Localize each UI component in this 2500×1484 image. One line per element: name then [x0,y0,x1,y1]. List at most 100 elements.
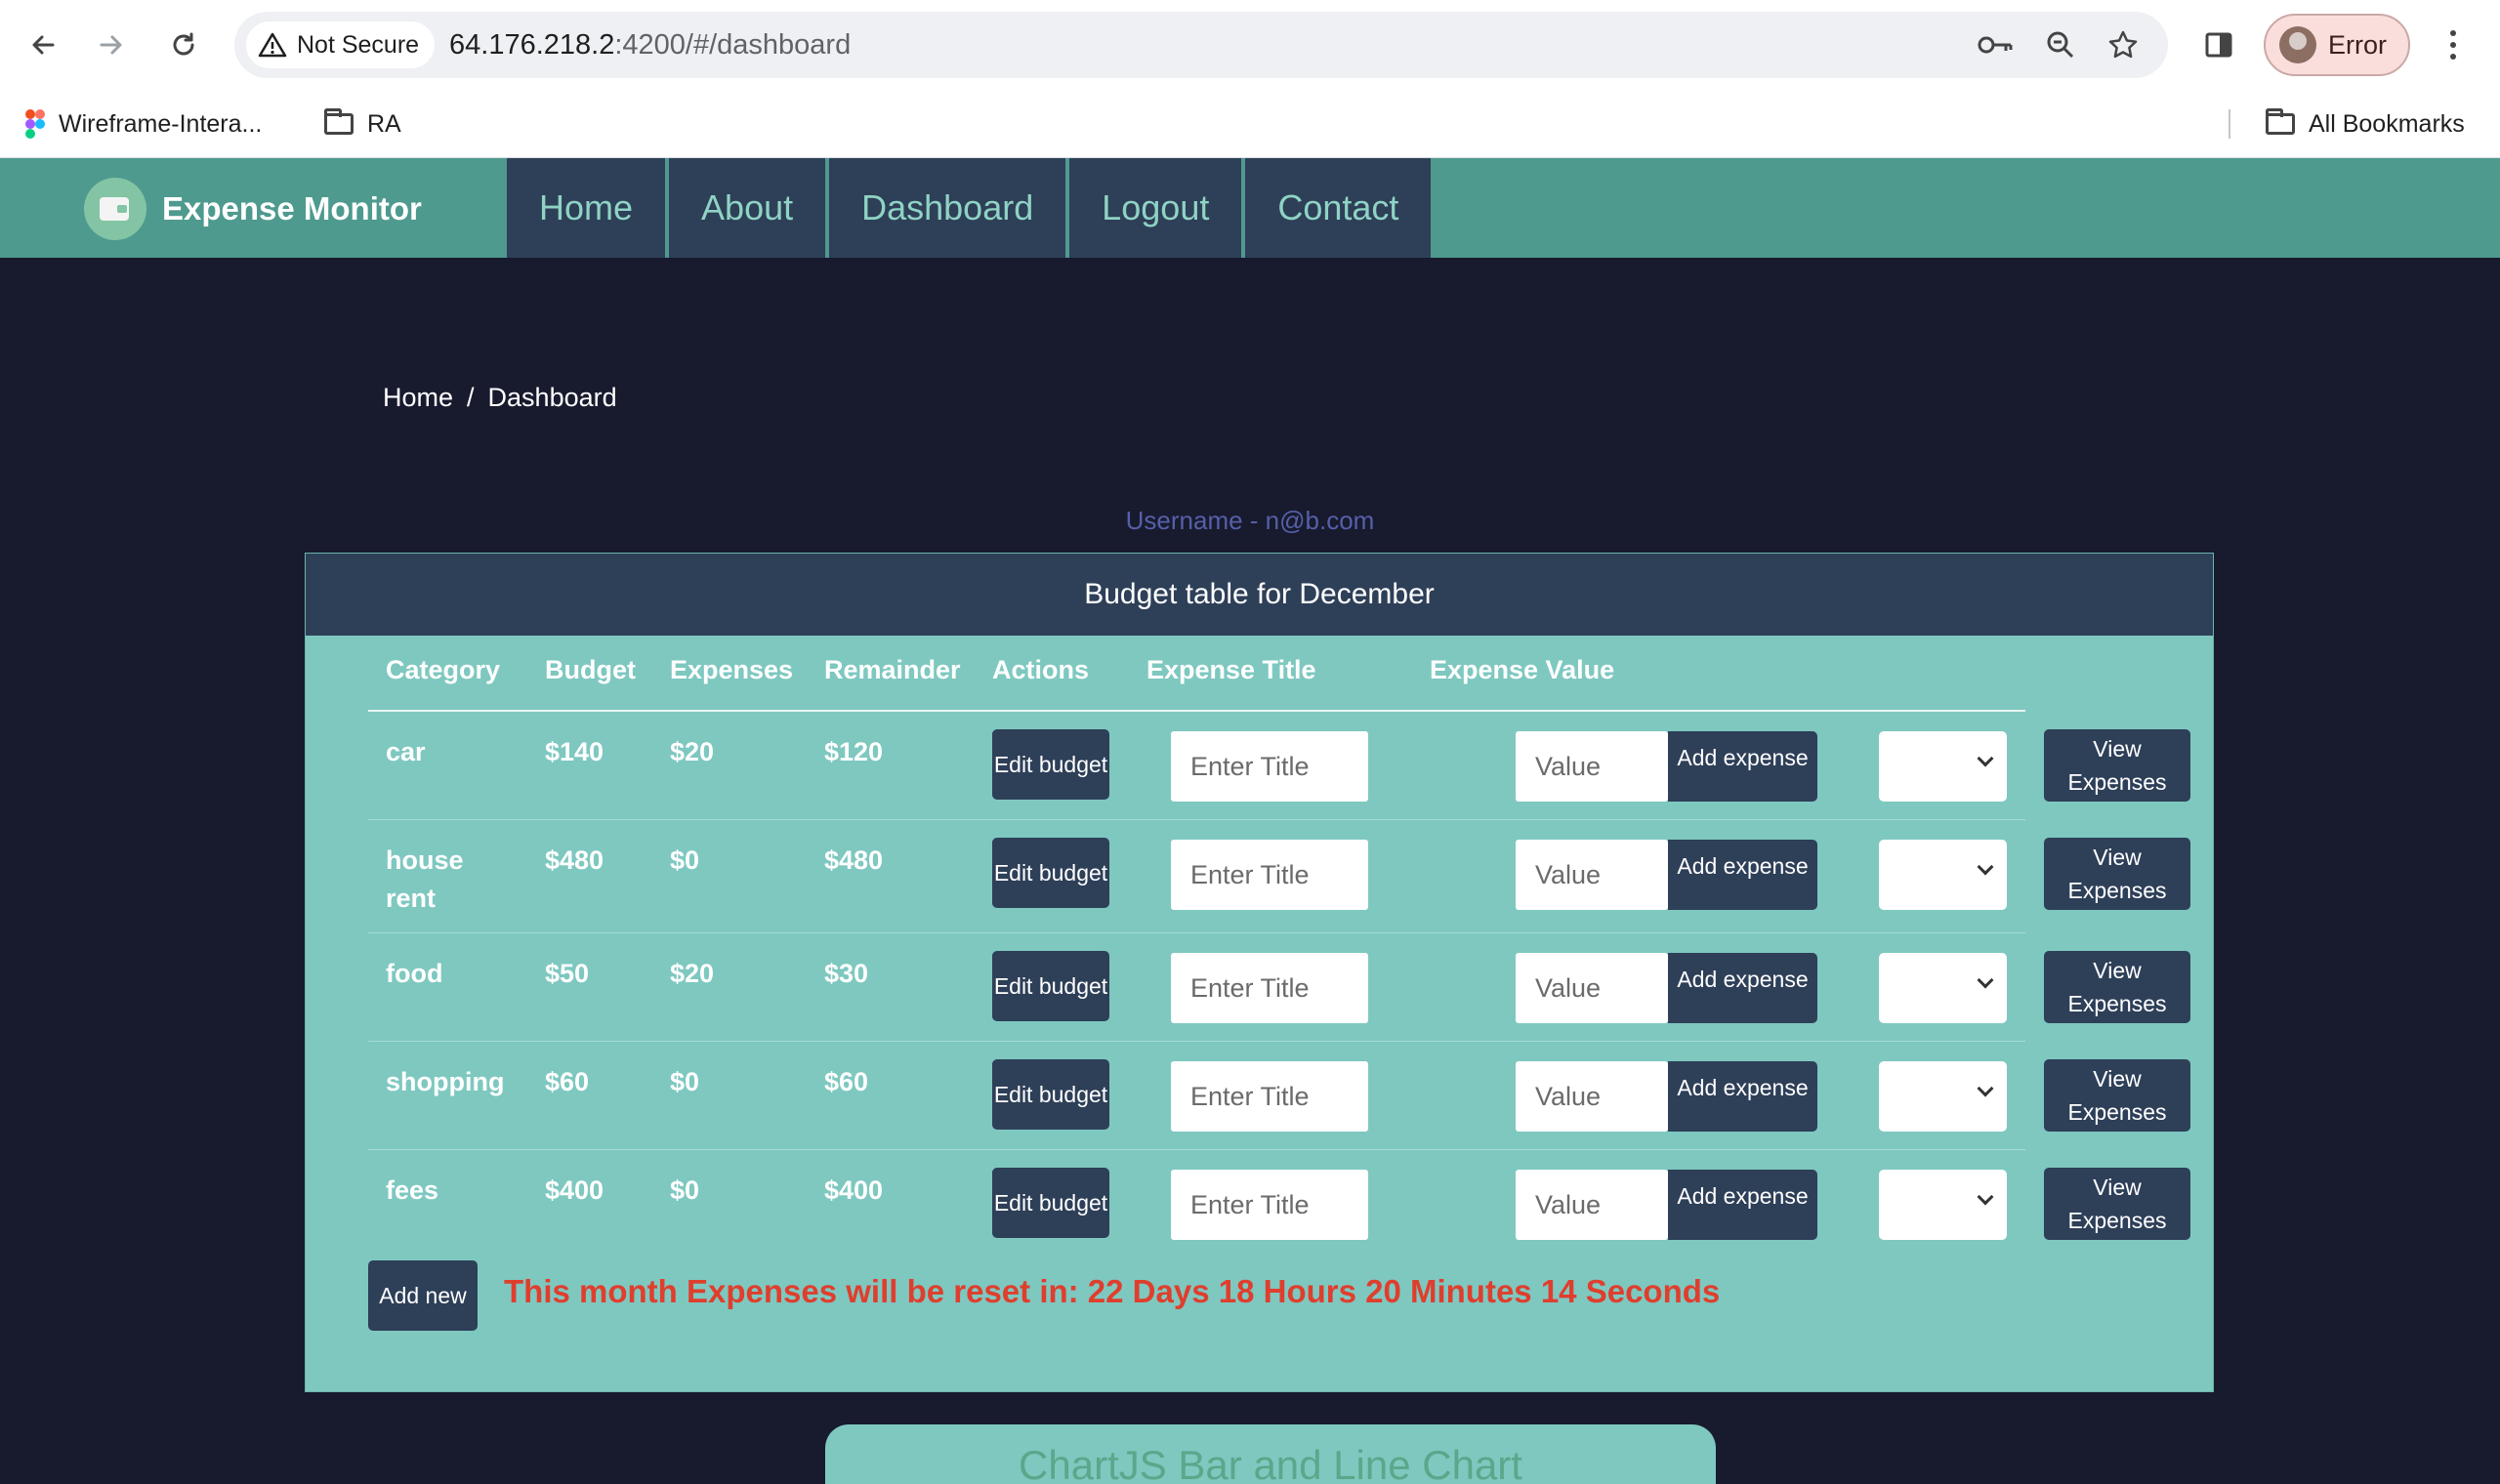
edit-budget-button[interactable]: Edit budget [992,1168,1109,1238]
avatar [2279,26,2316,63]
add-expense-button[interactable]: Add expense [1668,1061,1817,1132]
expense-value-input[interactable]: Value [1516,840,1668,910]
add-expense-button[interactable]: Add expense [1668,1170,1817,1240]
chart-title: ChartJS Bar and Line Chart [1019,1442,1522,1484]
cell-expenses: $0 [670,1067,700,1096]
cell-remainder: $30 [824,959,869,988]
expense-select[interactable] [1879,840,2007,910]
bookmark-wireframe[interactable]: Wireframe-Intera... [25,107,262,141]
table-row: car $140 $20 $120 Edit budget Enter Titl… [368,712,2190,820]
forward-icon[interactable] [88,21,135,68]
expense-value-input[interactable]: Value [1516,1061,1668,1132]
nav-home[interactable]: Home [507,158,666,258]
expense-title-input[interactable]: Enter Title [1171,840,1368,910]
bookmarks-bar: Wireframe-Intera... RA All Bookmarks [0,90,2500,158]
breadcrumb-separator: / [467,383,475,412]
key-icon[interactable] [1973,21,2020,68]
expense-title-input[interactable]: Enter Title [1171,731,1368,802]
header-remainder: Remainder [824,655,961,684]
table-row: house rent $480 $0 $480 Edit budget Ente… [368,820,2190,933]
star-icon[interactable] [2100,21,2146,68]
breadcrumb-home[interactable]: Home [383,383,453,413]
url-path: :4200/#/dashboard [614,29,852,61]
side-panel-icon[interactable] [2195,21,2242,68]
nav-about[interactable]: About [669,158,826,258]
expense-value-input[interactable]: Value [1516,1170,1668,1240]
warning-icon [258,32,287,58]
cell-budget: $60 [545,1067,590,1096]
expense-title-input[interactable]: Enter Title [1171,953,1368,1023]
all-bookmarks[interactable]: All Bookmarks [2266,107,2465,141]
profile-chip[interactable]: Error [2264,14,2410,76]
url-text[interactable]: 64.176.218.2:4200/#/dashboard [449,12,851,78]
expense-title-input[interactable]: Enter Title [1171,1061,1368,1132]
breadcrumb: Home / Dashboard [383,383,617,413]
nav-contact[interactable]: Contact [1245,158,1432,258]
add-expense-button[interactable]: Add expense [1668,840,1817,910]
edit-budget-button[interactable]: Edit budget [992,1059,1109,1130]
chevron-down-icon [1977,1188,1994,1206]
bookmarks-divider [2229,109,2230,139]
expense-select[interactable] [1879,1170,2007,1240]
view-expenses-button[interactable]: View Expenses [2044,951,2190,1023]
budget-card: Budget table for December Category Budge… [305,553,2214,1392]
table-row: fees $400 $0 $400 Edit budget Enter Titl… [368,1150,2190,1258]
nav-links: Home About Dashboard Logout Contact [507,158,1432,258]
table-row: shopping $60 $0 $60 Edit budget Enter Ti… [368,1042,2190,1150]
add-expense-button[interactable]: Add expense [1668,731,1817,802]
security-label: Not Secure [297,30,420,59]
bookmark-ra[interactable]: RA [324,107,401,141]
menu-icon[interactable] [2430,21,2477,68]
reload-icon[interactable] [160,21,207,68]
cell-category: house rent [386,845,464,913]
add-expense-button[interactable]: Add expense [1668,953,1817,1023]
cell-budget: $400 [545,1175,604,1205]
edit-budget-button[interactable]: Edit budget [992,838,1109,908]
expense-value-input[interactable]: Value [1516,953,1668,1023]
address-bar[interactable]: Not Secure 64.176.218.2:4200/#/dashboard [234,12,2168,78]
table-row: food $50 $20 $30 Edit budget Enter Title… [368,933,2190,1042]
chevron-down-icon [1977,971,1994,989]
header-expense-value: Expense Value [1430,655,1615,684]
folder-icon [2266,108,2295,135]
cell-expenses: $0 [670,1175,700,1205]
brand-name: Expense Monitor [162,190,422,227]
zoom-icon[interactable] [2037,21,2084,68]
cell-category: fees [386,1175,439,1205]
cell-category: food [386,959,443,988]
nav-dashboard[interactable]: Dashboard [829,158,1066,258]
expense-select[interactable] [1879,953,2007,1023]
app-navbar: Expense Monitor Home About Dashboard Log… [0,158,2500,258]
header-category: Category [386,655,501,684]
bookmark-label: RA [367,109,401,138]
header-expense-title: Expense Title [1146,655,1316,684]
cell-remainder: $400 [824,1175,884,1205]
browser-toolbar: Not Secure 64.176.218.2:4200/#/dashboard… [0,0,2500,90]
view-expenses-button[interactable]: View Expenses [2044,838,2190,910]
view-expenses-button[interactable]: View Expenses [2044,1059,2190,1132]
view-expenses-button[interactable]: View Expenses [2044,1168,2190,1240]
url-host: 64.176.218.2 [449,29,615,61]
expense-select[interactable] [1879,1061,2007,1132]
chevron-down-icon [1977,750,1994,767]
cell-category: shopping [386,1067,505,1096]
cell-remainder: $480 [824,845,884,875]
expense-select[interactable] [1879,731,2007,802]
cell-expenses: $0 [670,845,700,875]
edit-budget-button[interactable]: Edit budget [992,951,1109,1021]
expense-value-input[interactable]: Value [1516,731,1668,802]
header-expenses: Expenses [670,655,794,684]
back-icon[interactable] [20,21,66,68]
chevron-down-icon [1977,1080,1994,1097]
brand[interactable]: Expense Monitor [84,178,422,240]
view-expenses-button[interactable]: View Expenses [2044,729,2190,802]
add-new-button[interactable]: Add new [368,1260,478,1331]
security-chip[interactable]: Not Secure [246,21,436,68]
username-label: Username - n@b.com [1125,506,1375,535]
bookmark-label: Wireframe-Intera... [59,109,263,138]
edit-budget-button[interactable]: Edit budget [992,729,1109,800]
expense-title-input[interactable]: Enter Title [1171,1170,1368,1240]
cell-remainder: $60 [824,1067,869,1096]
nav-logout[interactable]: Logout [1069,158,1242,258]
folder-icon [324,108,354,135]
